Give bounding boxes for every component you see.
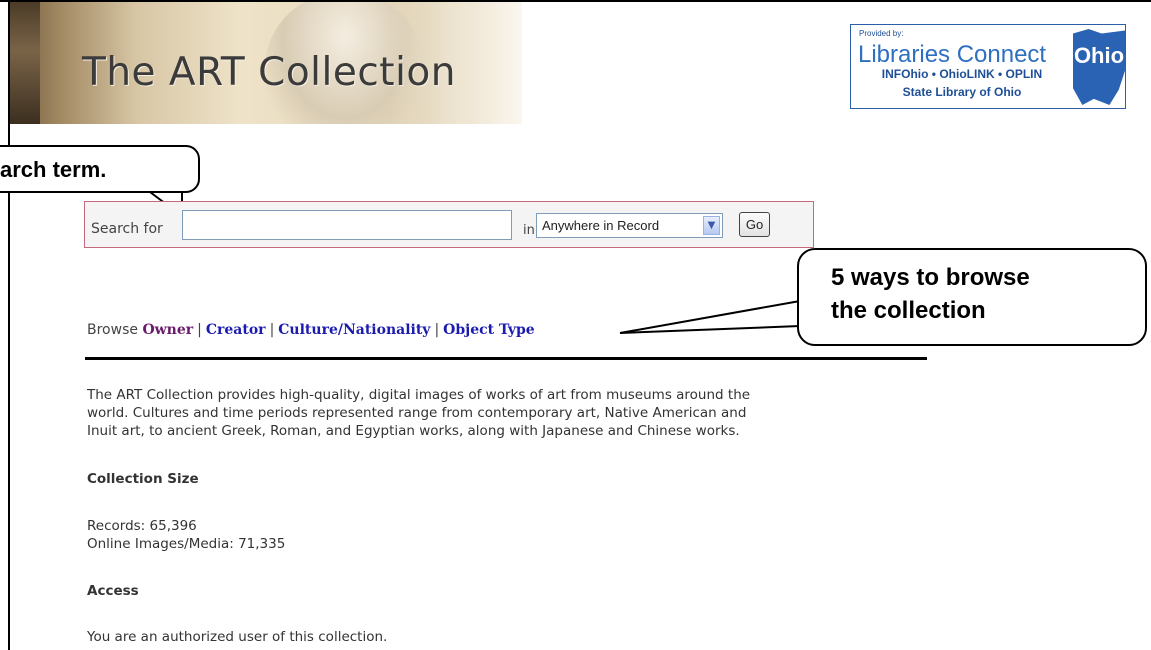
browse-separator: | <box>197 322 202 338</box>
logo-partners: INFOhio • OhioLINK • OPLIN <box>881 67 1043 81</box>
banner-title: The ART Collection <box>82 50 456 95</box>
logo-state-library: State Library of Ohio <box>902 85 1022 99</box>
browse-separator: | <box>269 322 275 338</box>
description-line: The ART Collection provides high-quality… <box>87 387 751 403</box>
browse-nav: Browse Owner | Creator | Culture/Nationality… <box>87 322 535 338</box>
chevron-down-icon[interactable]: ▼ <box>703 216 720 235</box>
browse-object-type-link[interactable]: Object Type <box>443 322 535 338</box>
divider <box>85 357 927 360</box>
access-text: You are an authorized user of this colle… <box>87 629 388 645</box>
logo-provided-by: Provided by: <box>859 29 904 38</box>
search-scope-select[interactable]: Anywhere in Record ▼ <box>536 213 723 238</box>
description-line: world. Cultures and time periods represe… <box>87 405 747 421</box>
search-form: Search for in Anywhere in Record ▼ Go <box>84 201 814 248</box>
search-scope-label: in <box>523 223 535 238</box>
browse-callout-line-2: the collection <box>831 297 986 324</box>
description-line: Inuit art, to ancient Greek, Roman, and … <box>87 423 740 439</box>
media-count: Online Images/Media: 71,335 <box>87 536 286 552</box>
libraries-connect-ohio-logo[interactable]: Provided by: Libraries Connect Ohio INFO… <box>850 24 1126 109</box>
collection-description: The ART Collection provides high-quality… <box>87 386 887 440</box>
browse-separator: | <box>434 322 440 338</box>
logo-state-label: Ohio <box>1073 43 1125 68</box>
logo-name: Libraries Connect <box>858 41 1047 68</box>
go-button[interactable]: Go <box>739 212 770 237</box>
access-heading: Access <box>87 583 139 599</box>
collection-size-heading: Collection Size <box>87 471 199 487</box>
search-label: Search for <box>91 221 163 237</box>
search-scope-value: Anywhere in Record <box>542 218 660 233</box>
browse-creator-link[interactable]: Creator <box>206 322 266 338</box>
header-banner: The ART Collection <box>10 2 522 124</box>
browse-owner-link[interactable]: Owner <box>142 322 193 338</box>
search-input[interactable] <box>182 210 512 240</box>
browse-culture-link[interactable]: Culture/Nationality <box>278 322 430 338</box>
browse-callout-line-1: 5 ways to browse <box>831 264 1030 291</box>
records-count: Records: 65,396 <box>87 518 197 534</box>
stained-glass-image <box>10 2 40 124</box>
browse-label: Browse <box>87 322 138 338</box>
search-term-callout-text: arch term. <box>0 157 107 182</box>
